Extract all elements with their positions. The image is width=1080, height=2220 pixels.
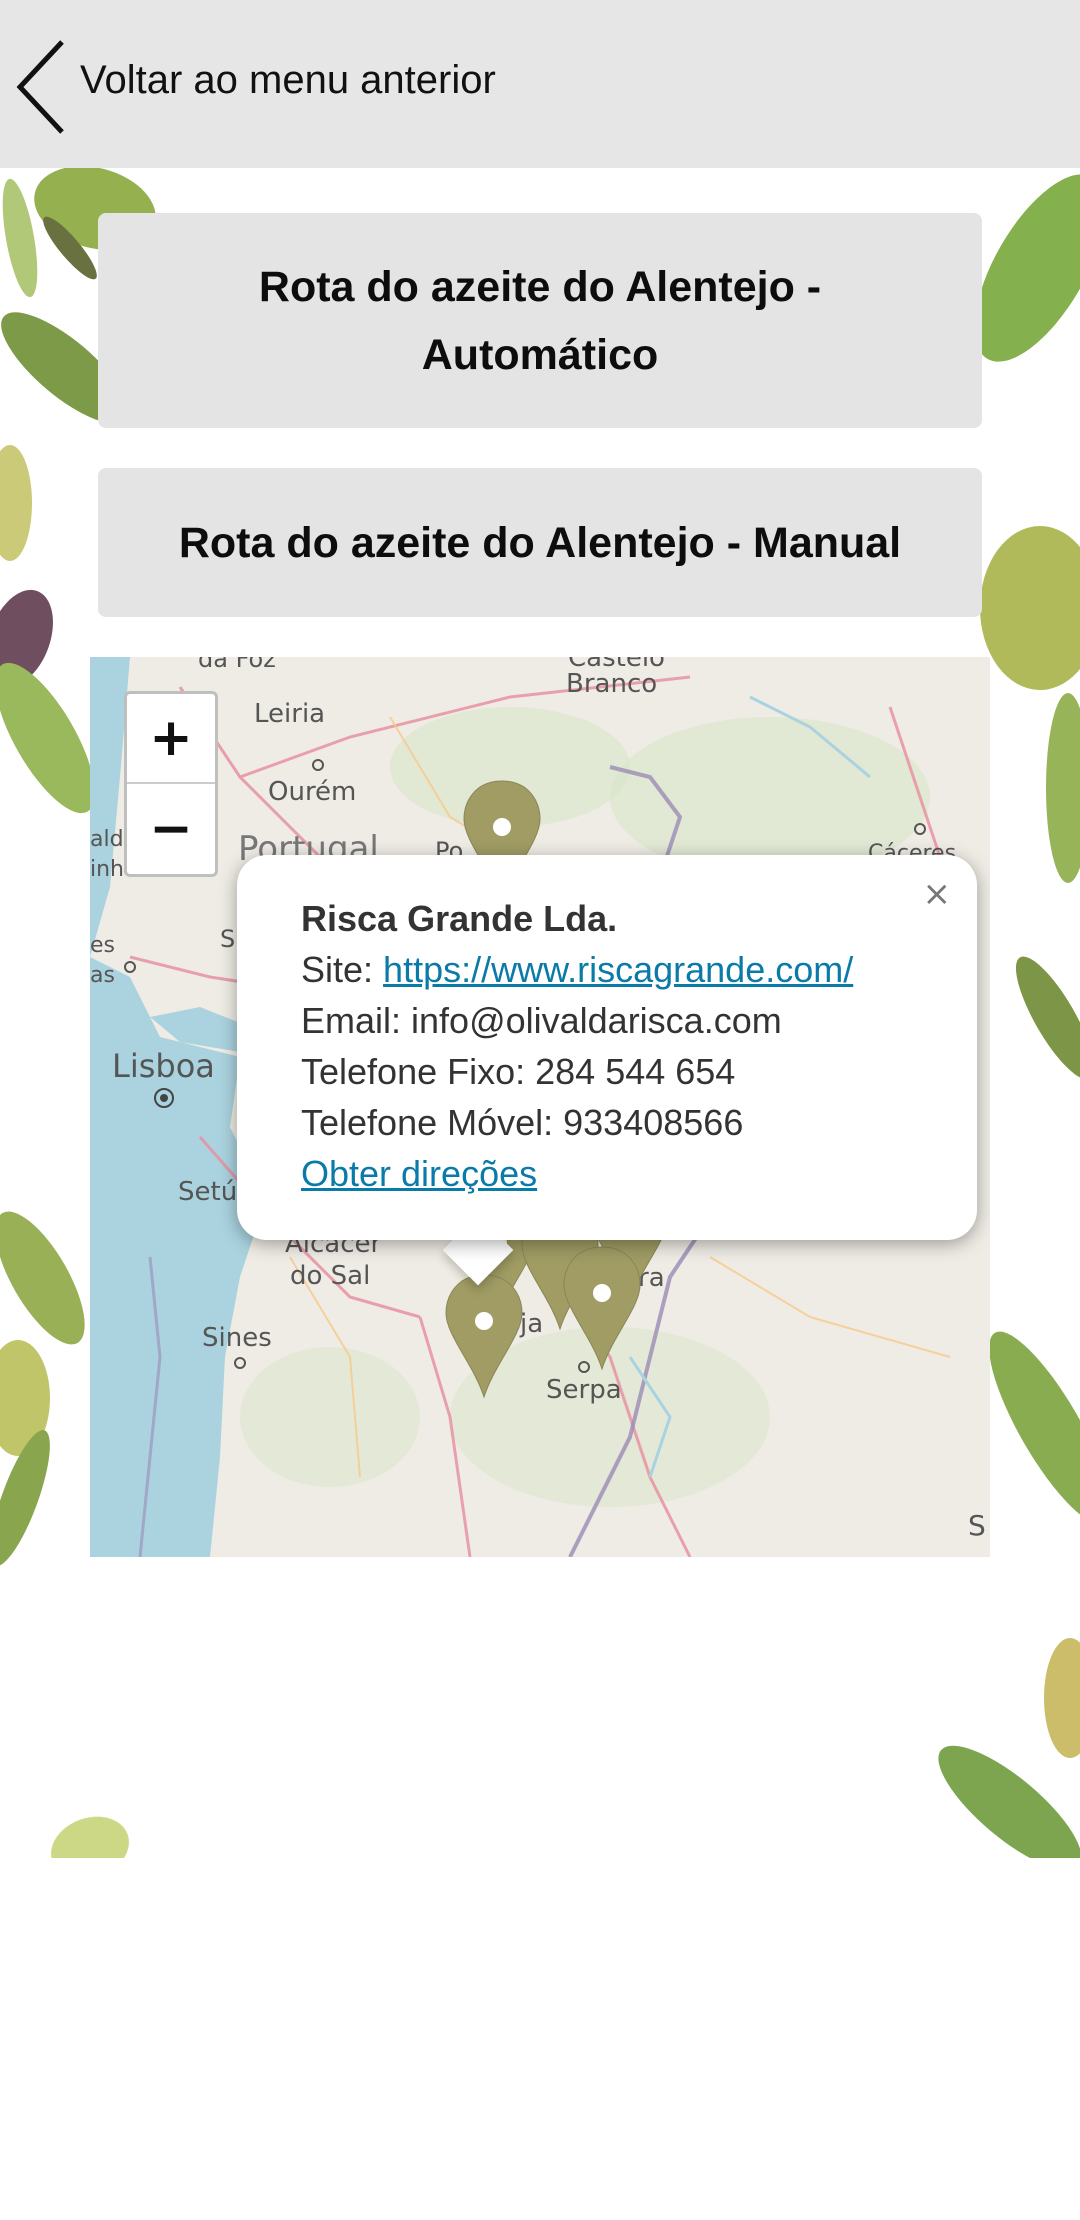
site-link[interactable]: https://www.riscagrande.com/ <box>383 949 853 990</box>
zoom-control: + − <box>124 691 218 877</box>
business-name: Risca Grande Lda. <box>301 898 618 939</box>
zoom-out-button[interactable]: − <box>127 784 215 874</box>
map-marker-icon <box>563 1246 641 1370</box>
email-row: Email: info@olivaldarisca.com <box>301 1000 782 1041</box>
marker-popup: × Risca Grande Lda. Site: https://www.ri… <box>237 855 977 1240</box>
phone-mobile-row: Telefone Móvel: 933408566 <box>301 1102 744 1143</box>
map-marker-icon <box>445 1274 523 1398</box>
directions-link[interactable]: Obter direções <box>301 1153 537 1194</box>
route-automatic-button[interactable]: Rota do azeite do Alentejo - Automático <box>98 213 982 428</box>
chevron-left-icon <box>16 40 64 134</box>
map[interactable]: da Foz Castelo Branco Leiria Ourém Portu… <box>90 657 990 1557</box>
back-label: Voltar ao menu anterior <box>80 58 496 102</box>
back-button[interactable]: Voltar ao menu anterior <box>0 0 560 168</box>
site-row: Site: https://www.riscagrande.com/ <box>301 944 977 995</box>
popup-close-button[interactable]: × <box>923 869 952 920</box>
top-bar: Voltar ao menu anterior <box>0 0 1080 168</box>
site-label: Site: <box>301 949 384 990</box>
route-manual-button[interactable]: Rota do azeite do Alentejo - Manual <box>98 468 982 617</box>
zoom-in-button[interactable]: + <box>127 694 215 784</box>
phone-fixed-row: Telefone Fixo: 284 544 654 <box>301 1051 736 1092</box>
